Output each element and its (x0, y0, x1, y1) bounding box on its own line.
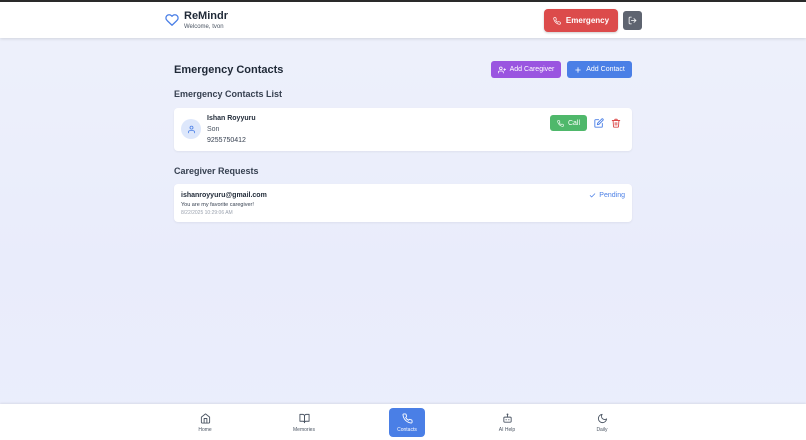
nav-home-label: Home (198, 426, 212, 433)
caregiver-requests-heading: Caregiver Requests (174, 166, 259, 176)
request-timestamp: 8/22/2025 10:29:06 AM (181, 210, 233, 216)
app-title: ReMindr (184, 10, 228, 22)
nav-memories[interactable]: Memories (286, 408, 322, 437)
check-icon (590, 193, 596, 198)
request-email: ishanroyyuru@gmail.com (181, 192, 267, 199)
user-icon (187, 125, 195, 133)
welcome-text: Welcome, tvon (184, 24, 224, 30)
contact-phone: 9255750412 (207, 137, 246, 144)
add-contact-button[interactable]: Add Contact (567, 61, 632, 78)
edit-contact-button[interactable] (594, 118, 604, 128)
request-status: Pending (589, 192, 625, 199)
nav-ai-help[interactable]: AI Help (489, 408, 525, 437)
delete-contact-button[interactable] (611, 118, 621, 128)
status-badge: Pending (599, 192, 625, 199)
nav-ai-help-label: AI Help (498, 426, 516, 433)
edit-icon (594, 118, 604, 128)
avatar (181, 119, 201, 139)
robot-icon (502, 412, 512, 423)
contact-name: Ishan Royyuru (207, 115, 256, 122)
nav-contacts[interactable]: Contacts (389, 408, 425, 437)
emergency-label: Emergency (565, 16, 610, 25)
moon-icon (597, 413, 607, 423)
add-caregiver-label: Add Caregiver (509, 66, 555, 73)
plus-icon (575, 66, 581, 73)
contact-relation: Son (207, 126, 220, 133)
contact-card: Ishan Royyuru Son 9255750412 Call (174, 108, 632, 151)
contacts-list-heading: Emergency Contacts List (174, 89, 283, 99)
emergency-button[interactable]: Emergency (544, 9, 618, 32)
bottom-nav: Home Memories Contacts AI Help Daily (0, 404, 806, 440)
nav-home[interactable]: Home (187, 408, 223, 437)
logout-button[interactable] (623, 11, 642, 30)
nav-daily-label: Daily (596, 426, 608, 433)
logout-icon (628, 16, 637, 25)
phone-icon (402, 412, 413, 423)
add-contact-label: Add Contact (586, 66, 625, 73)
request-message: You are my favorite caregiver! (181, 202, 254, 208)
add-caregiver-button[interactable]: Add Caregiver (491, 61, 561, 78)
call-label: Call (567, 119, 581, 127)
nav-daily[interactable]: Daily (584, 408, 620, 437)
phone-icon (557, 119, 564, 127)
nav-memories-label: Memories (293, 426, 315, 433)
caregiver-request-card: ishanroyyuru@gmail.com You are my favori… (174, 184, 632, 222)
book-icon (298, 413, 310, 423)
app-header: ReMindr Welcome, tvon Emergency (0, 2, 806, 38)
home-icon (200, 412, 210, 424)
heart-icon (165, 14, 179, 26)
trash-icon (611, 118, 621, 128)
nav-contacts-label: Contacts (397, 426, 417, 433)
phone-icon (553, 16, 561, 25)
brand[interactable]: ReMindr Welcome, tvon (165, 10, 228, 30)
user-plus-icon (497, 66, 506, 73)
call-button[interactable]: Call (550, 115, 587, 131)
page-title: Emergency Contacts (174, 64, 284, 76)
